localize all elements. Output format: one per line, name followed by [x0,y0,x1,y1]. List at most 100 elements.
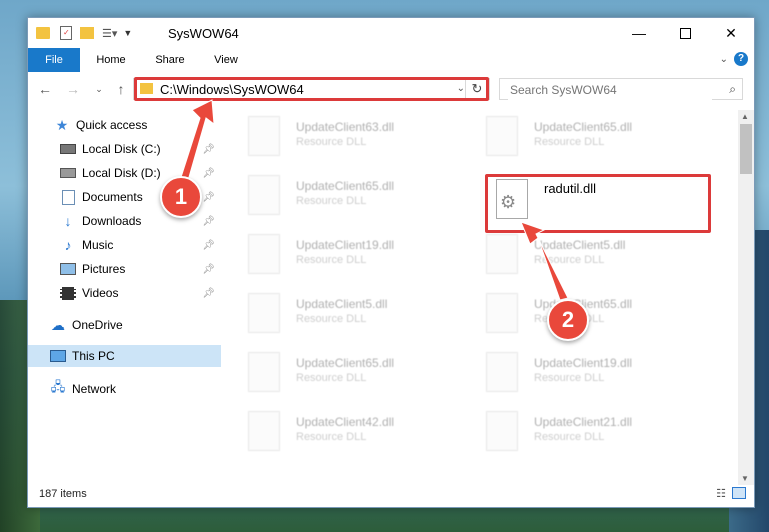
nav-item-label: Local Disk (C:) [82,142,161,156]
step-badge-1: 1 [160,176,202,218]
pin-icon[interactable]: 📌︎ [202,264,215,275]
file-description: Resource DLL [296,431,367,443]
pictures-icon [60,261,76,277]
back-button[interactable]: ← [36,80,54,98]
nav-item-label: Downloads [82,214,142,228]
recent-locations-button[interactable]: ⌄ [90,80,108,98]
tab-home[interactable]: Home [84,48,138,72]
pin-icon[interactable]: 📌︎ [202,144,215,155]
nav-item-label: Pictures [82,262,126,276]
pin-icon[interactable]: 📌︎ [202,288,215,299]
cloud-icon: ☁ [51,316,65,333]
help-button[interactable]: ? [734,52,748,66]
item-count: 187 items [39,488,87,500]
search-box[interactable]: ⌕ [499,78,743,100]
file-name: UpdateClient42.dll [296,415,395,429]
ribbon-tabs: File Home Share View ⌄ ? [28,48,754,72]
file-description: Resource DLL [296,136,367,148]
pin-icon[interactable]: 📌︎ [202,240,215,251]
dll-file-icon [248,175,280,215]
nav-item-this-pc[interactable]: This PC [28,345,221,367]
nav-item-quick-access[interactable]: ★ Quick access [28,114,221,136]
file-item[interactable]: UpdateClient42.dll Resource DLL [242,405,472,465]
file-description: Resource DLL [534,254,605,266]
step-badge-2: 2 [547,299,589,341]
view-toggle: ☷ [716,487,746,500]
nav-item-videos[interactable]: Videos 📌︎ [28,282,221,304]
file-item[interactable]: UpdateClient5.dll Resource DLL [480,228,710,288]
file-name: UpdateClient5.dll [534,238,626,252]
file-item[interactable]: UpdateClient19.dll Resource DLL [242,228,472,288]
details-view-icon[interactable]: ☷ [716,487,726,500]
computer-icon [50,348,66,364]
search-input[interactable] [508,80,712,100]
file-name: UpdateClient19.dll [534,356,633,370]
file-name: UpdateClient65.dll [296,179,395,193]
search-icon[interactable]: ⌕ [729,82,736,97]
file-list: UpdateClient63.dll Resource DLL UpdateCl… [242,110,737,480]
file-description: Resource DLL [296,254,367,266]
folder-icon [36,27,50,39]
file-description: Resource DLL [296,313,367,325]
nav-item-label: Videos [82,286,119,300]
file-highlight [485,174,711,233]
new-folder-icon[interactable] [80,27,94,39]
file-name: UpdateClient21.dll [534,415,633,429]
expand-ribbon-icon[interactable]: ⌄ [720,54,728,65]
pin-icon[interactable]: 📌︎ [202,216,215,227]
address-bar-highlight [134,77,489,101]
dll-file-icon [486,411,518,451]
download-arrow-icon: ↓ [64,213,72,229]
close-button[interactable]: ✕ [708,18,754,48]
file-explorer-window: ✓ ☰▾ ▼ SysWOW64 — ✕ File Home Share View… [27,17,755,508]
dll-file-icon [486,116,518,156]
nav-item-label: OneDrive [72,318,123,332]
file-name: UpdateClient63.dll [296,120,395,134]
drive-icon [60,165,76,181]
up-button[interactable]: ↑ [112,80,130,98]
scroll-down-icon[interactable]: ▼ [741,474,749,483]
tab-share[interactable]: Share [142,48,198,72]
scroll-up-icon[interactable]: ▲ [741,112,749,121]
dll-file-icon [486,352,518,392]
nav-item-onedrive[interactable]: ☁ OneDrive [28,314,221,336]
tab-file[interactable]: File [28,48,80,72]
file-item[interactable]: UpdateClient21.dll Resource DLL [480,405,710,465]
file-item[interactable]: UpdateClient19.dll Resource DLL [480,346,710,406]
file-item[interactable]: UpdateClient65.dll Resource DLL [242,346,472,406]
network-icon: 🖧︎ [50,379,66,394]
large-icons-view-icon[interactable] [732,487,746,499]
nav-item-label: Network [72,382,117,396]
file-description: Resource DLL [534,372,605,384]
file-item[interactable]: UpdateClient65.dll Resource DLL [242,169,472,229]
tab-view[interactable]: View [202,48,250,72]
forward-button[interactable]: → [64,80,82,98]
navigation-pane: ★ Quick access Local Disk (C:) 📌︎ Local … [28,114,221,484]
nav-item-network[interactable]: 🖧︎ Network [28,378,221,400]
window-title: SysWOW64 [168,26,239,41]
scrollbar-thumb[interactable] [740,124,752,174]
file-item[interactable]: UpdateClient63.dll Resource DLL [242,110,472,170]
file-name: UpdateClient5.dll [296,297,388,311]
customize-toolbar-icon[interactable]: ▼ [123,28,132,38]
dll-file-icon [248,293,280,333]
file-item[interactable]: UpdateClient65.dll Resource DLL [480,110,710,170]
quick-access-toolbar: ✓ ☰▾ ▼ [36,24,132,42]
nav-item-label: Quick access [76,118,148,132]
file-description: Resource DLL [534,431,605,443]
dll-file-icon [486,234,518,274]
vertical-scrollbar[interactable]: ▲ ▼ [738,110,754,485]
documents-icon [60,189,76,205]
nav-item-pictures[interactable]: Pictures 📌︎ [28,258,221,280]
maximize-button[interactable] [662,18,708,48]
pin-icon[interactable]: 📌︎ [202,192,215,203]
nav-item-music[interactable]: ♪ Music 📌︎ [28,234,221,256]
file-item[interactable]: UpdateClient65.dll Resource DLL [480,287,710,347]
file-item[interactable]: UpdateClient5.dll Resource DLL [242,287,472,347]
pin-icon[interactable]: 📌︎ [202,168,215,179]
minimize-button[interactable]: — [616,18,662,48]
nav-item-local-disk-c[interactable]: Local Disk (C:) 📌︎ [28,138,221,160]
properties-icon[interactable]: ✓ [60,26,72,40]
view-options-icon[interactable]: ☰▾ [102,27,117,40]
dll-file-icon [248,411,280,451]
